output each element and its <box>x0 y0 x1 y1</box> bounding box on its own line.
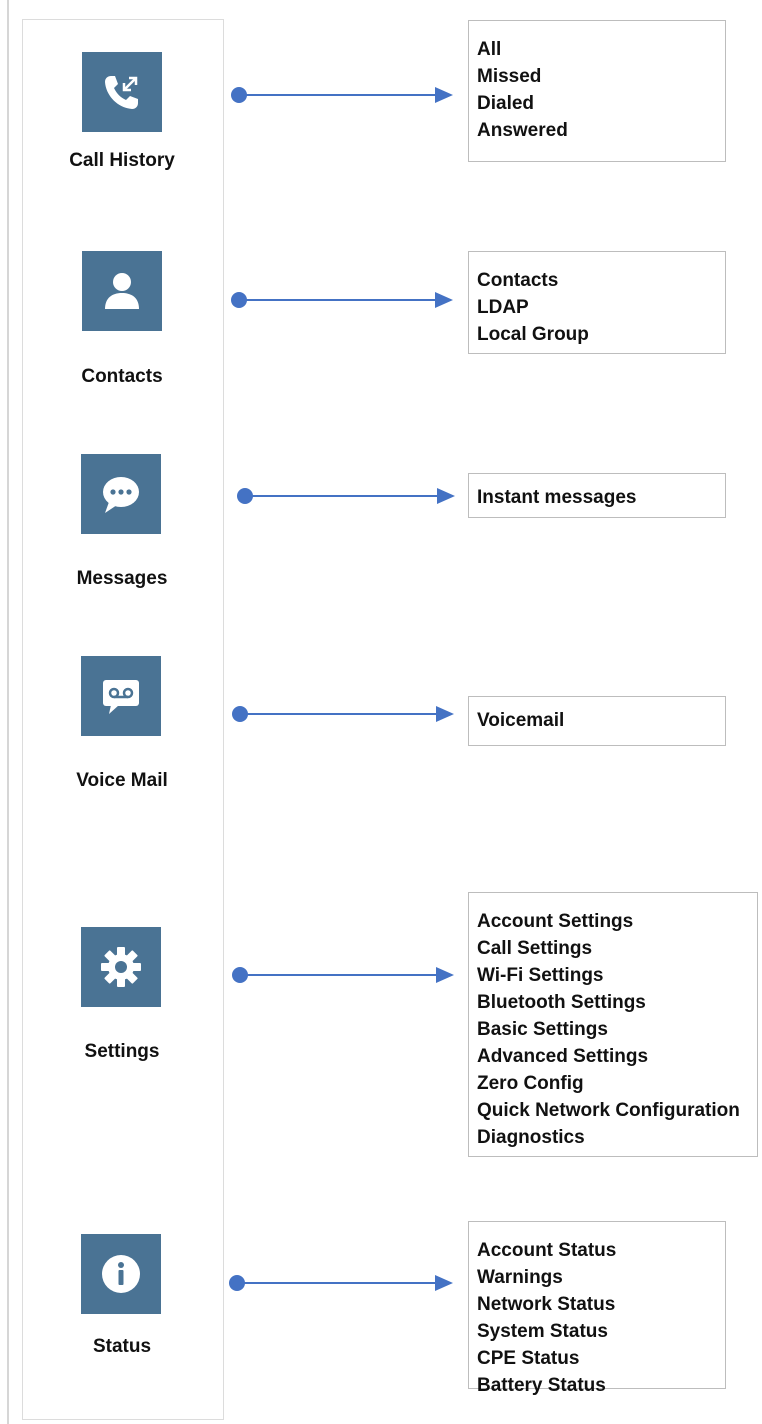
submenu-item[interactable]: Bluetooth Settings <box>477 989 749 1016</box>
submenu-item[interactable]: Answered <box>477 117 717 144</box>
section-label: Settings <box>84 1041 160 1062</box>
call-history-icon-tile[interactable] <box>82 52 162 132</box>
section-label: Messages <box>76 568 168 589</box>
settings-icon-tile[interactable] <box>81 927 161 1007</box>
submenu-item[interactable]: System Status <box>477 1318 717 1345</box>
submenu-item[interactable]: Instant messages <box>477 484 717 511</box>
connector-line <box>239 299 439 301</box>
submenu-item[interactable]: All <box>477 36 717 63</box>
status-submenu: Account Status Warnings Network Status S… <box>468 1221 726 1396</box>
connector-arrow <box>232 967 454 983</box>
submenu-item[interactable]: Local Group <box>477 321 717 348</box>
submenu-item[interactable]: Advanced Settings <box>477 1043 749 1070</box>
submenu-item[interactable]: Call Settings <box>477 935 749 962</box>
submenu-item[interactable]: Account Settings <box>477 908 749 935</box>
connector-line <box>240 713 440 715</box>
contacts-icon-tile[interactable] <box>82 251 162 331</box>
submenu-item[interactable]: Voicemail <box>477 707 717 734</box>
arrow-head-icon <box>435 87 453 103</box>
voicemail-submenu: Voicemail <box>468 696 726 746</box>
connector-line <box>237 1282 439 1284</box>
connector-line <box>239 94 439 96</box>
submenu-item[interactable]: Warnings <box>477 1264 717 1291</box>
section-label: Call History <box>69 150 175 171</box>
arrow-head-icon <box>435 1275 453 1291</box>
connector-arrow <box>231 292 453 308</box>
submenu-item[interactable]: Zero Config <box>477 1070 749 1097</box>
arrow-head-icon <box>435 292 453 308</box>
call-history-icon <box>105 76 138 109</box>
status-info-icon <box>102 1255 140 1293</box>
submenu-item[interactable]: Missed <box>477 63 717 90</box>
section-label: Status <box>92 1336 152 1357</box>
page-edge-line <box>7 0 9 1424</box>
voicemail-icon-tile[interactable] <box>81 656 161 736</box>
contacts-submenu: Contacts LDAP Local Group <box>468 251 726 354</box>
call-history-submenu: All Missed Dialed Answered <box>468 20 726 162</box>
connector-arrow <box>229 1275 453 1291</box>
messages-icon <box>103 477 139 513</box>
contacts-icon <box>105 273 139 309</box>
submenu-item[interactable]: Dialed <box>477 90 717 117</box>
submenu-item[interactable]: Wi-Fi Settings <box>477 962 749 989</box>
arrow-head-icon <box>436 967 454 983</box>
status-icon-tile[interactable] <box>81 1234 161 1314</box>
submenu-item[interactable]: Battery Status <box>477 1372 717 1399</box>
voicemail-icon <box>103 680 139 714</box>
settings-gear-icon <box>101 947 141 987</box>
connector-arrow <box>232 706 454 722</box>
connector-line <box>245 495 441 497</box>
messages-icon-tile[interactable] <box>81 454 161 534</box>
arrow-head-icon <box>437 488 455 504</box>
submenu-item[interactable]: Contacts <box>477 267 717 294</box>
section-label: Contacts <box>81 366 163 387</box>
submenu-item[interactable]: Basic Settings <box>477 1016 749 1043</box>
submenu-item[interactable]: Network Status <box>477 1291 717 1318</box>
connector-line <box>240 974 440 976</box>
submenu-item[interactable]: Diagnostics <box>477 1124 749 1151</box>
submenu-item[interactable]: CPE Status <box>477 1345 717 1372</box>
submenu-item[interactable]: Quick Network Configuration <box>477 1097 749 1124</box>
connector-arrow <box>237 488 455 504</box>
submenu-item[interactable]: LDAP <box>477 294 717 321</box>
connector-arrow <box>231 87 453 103</box>
section-label: Voice Mail <box>76 770 168 791</box>
settings-submenu: Account Settings Call Settings Wi-Fi Set… <box>468 892 758 1157</box>
messages-submenu: Instant messages <box>468 473 726 518</box>
submenu-item[interactable]: Account Status <box>477 1237 717 1264</box>
arrow-head-icon <box>436 706 454 722</box>
